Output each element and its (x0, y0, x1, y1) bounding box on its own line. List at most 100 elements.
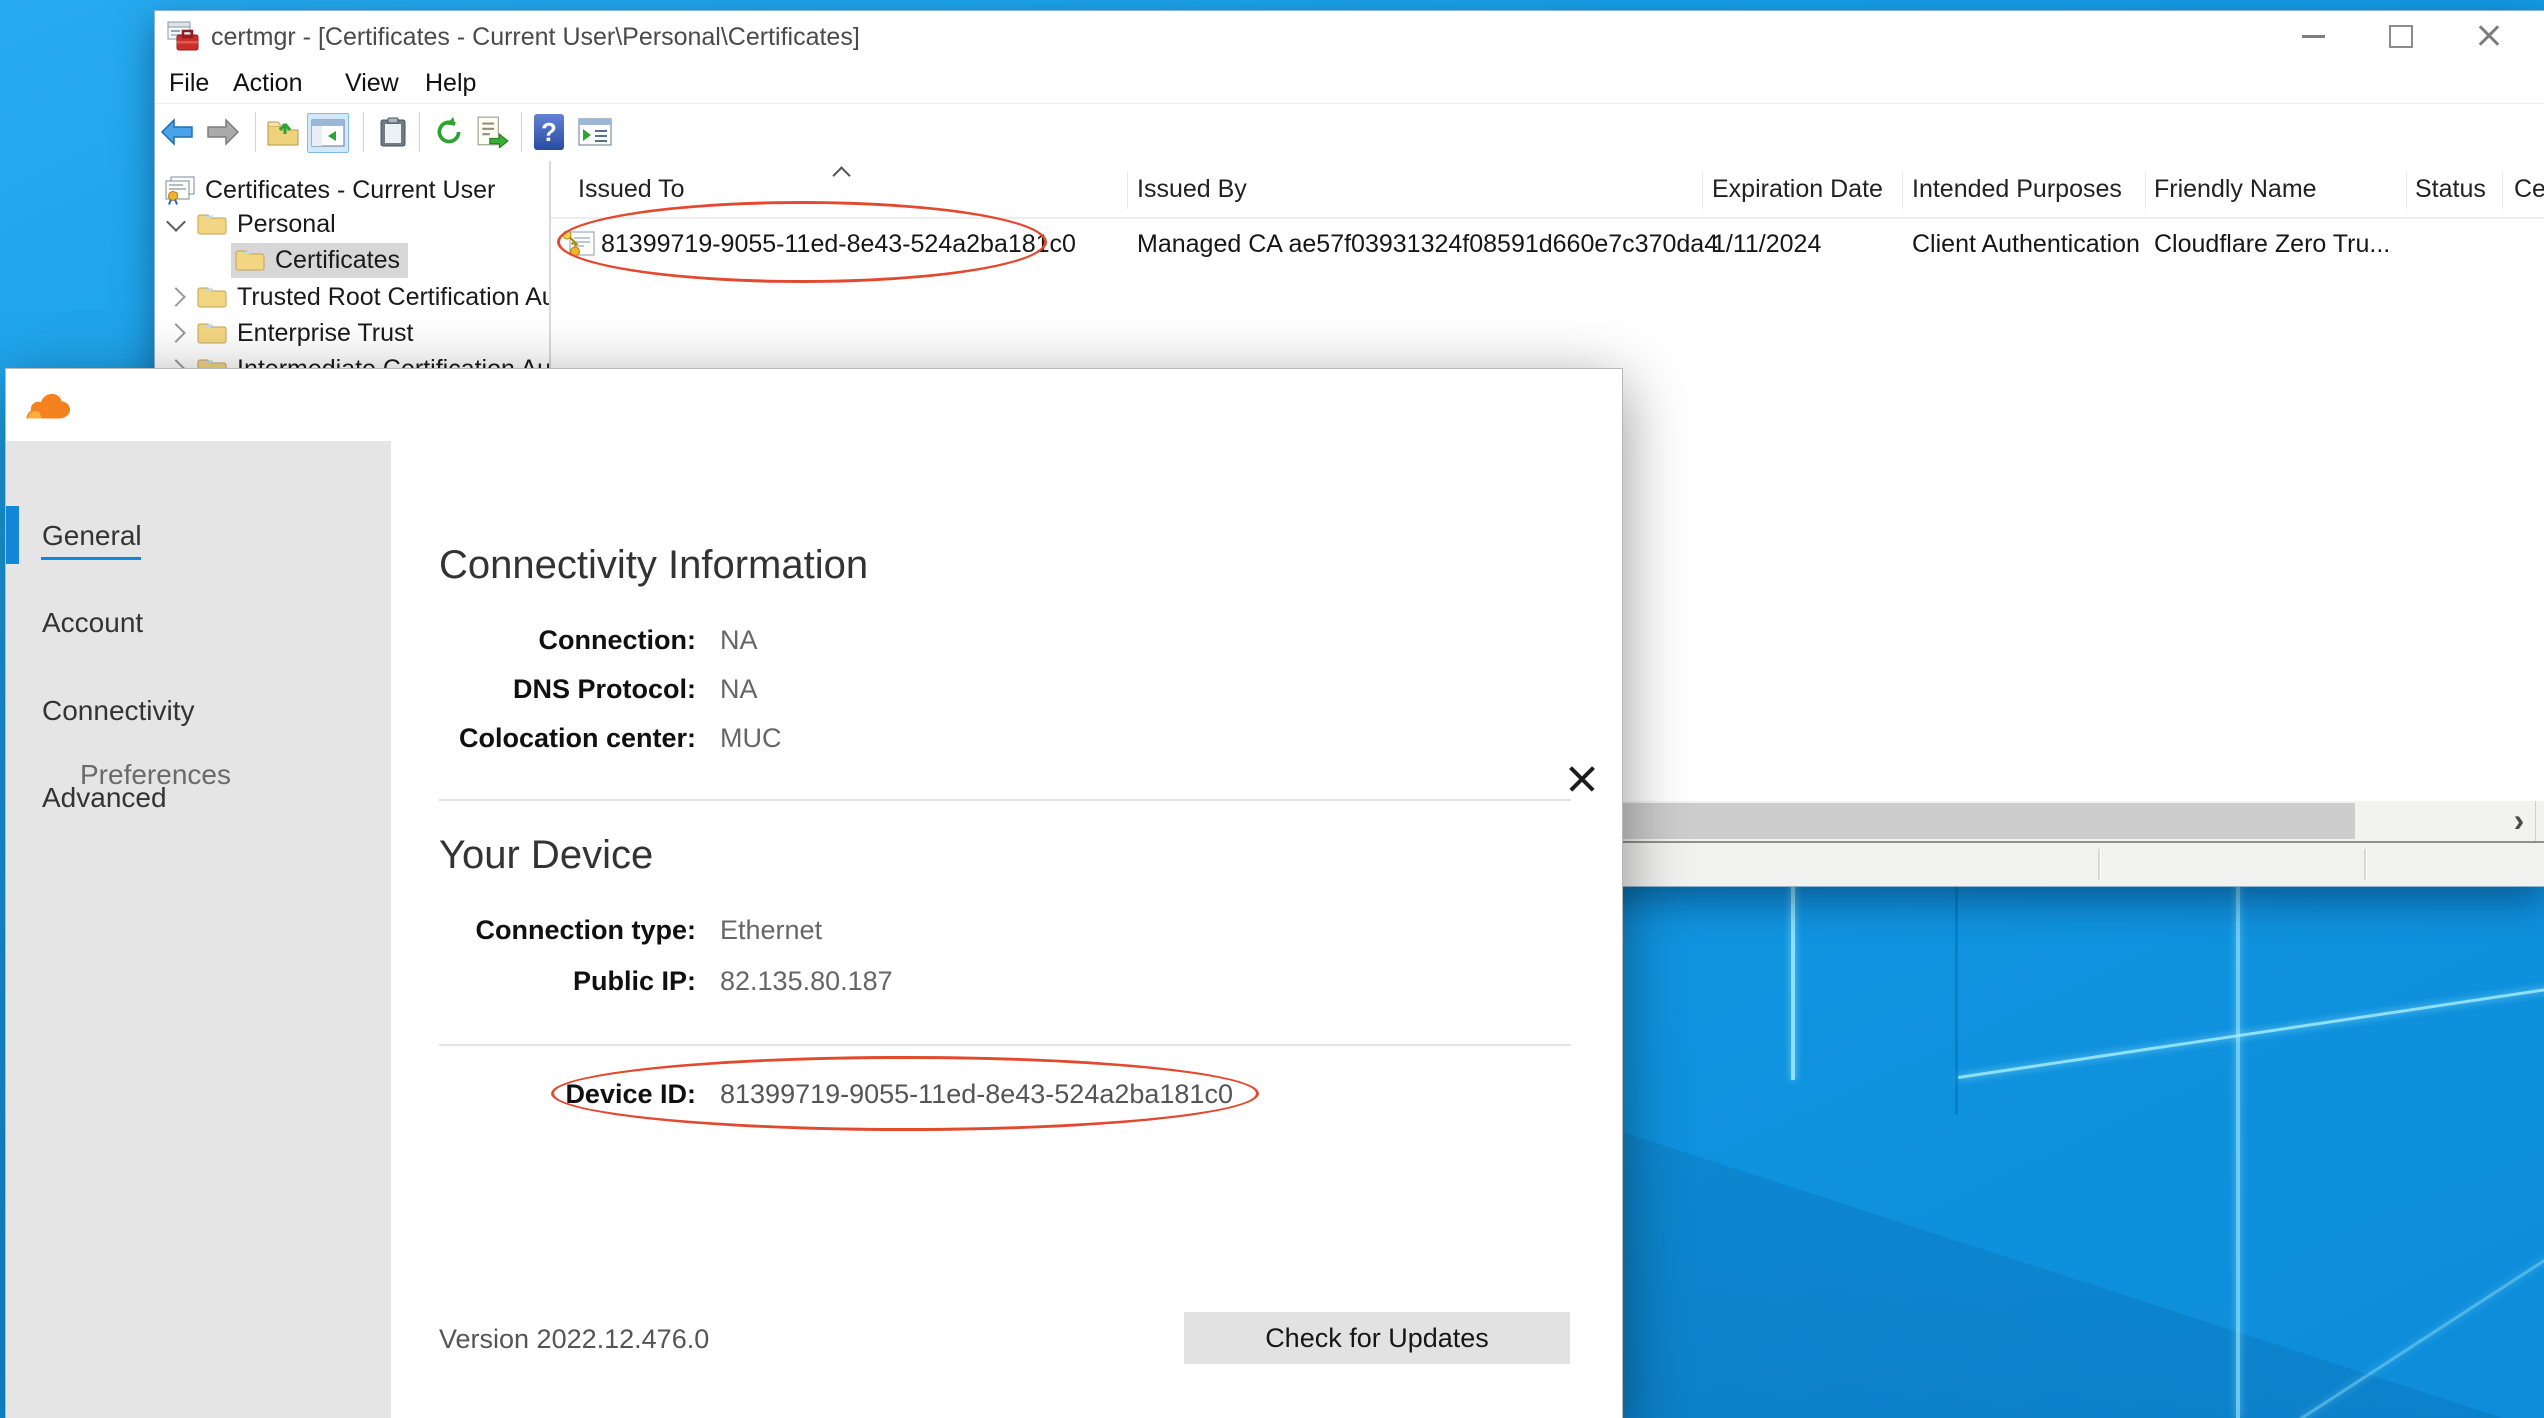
row-label: Connection type: (476, 910, 697, 950)
status-pane-divider (2364, 849, 2367, 880)
info-row-connection-type: Connection type: Ethernet (6, 910, 1622, 950)
toolbar-separator (521, 112, 522, 152)
close-icon (2476, 23, 2502, 49)
section-heading-your-device: Your Device (439, 833, 653, 878)
tree-node-personal[interactable]: Personal (167, 206, 336, 242)
cell-purposes: Client Authentication (1912, 219, 2140, 269)
info-row-public-ip: Public IP: 82.135.80.187 (6, 961, 1622, 1001)
folder-icon (197, 211, 227, 237)
wallpaper-light-beam (1791, 878, 1795, 1080)
console-window-button[interactable] (575, 113, 615, 151)
folder-icon (235, 247, 265, 273)
back-arrow-icon (159, 117, 195, 147)
red-highlight-ellipse (557, 201, 1047, 283)
maximize-button[interactable] (2369, 11, 2433, 61)
toolbar: ? (155, 104, 2544, 163)
toolbar-separator (419, 112, 420, 152)
close-button[interactable] (2457, 11, 2521, 61)
section-heading-connectivity: Connectivity Information (439, 543, 868, 588)
tree-node-label: Enterprise Trust (237, 319, 413, 348)
desktop: certmgr - [Certificates - Current User\P… (0, 0, 2544, 1418)
column-divider[interactable] (2145, 171, 2146, 209)
row-value: Ethernet (720, 910, 822, 950)
column-divider[interactable] (2406, 171, 2407, 209)
chevron-right-icon (166, 287, 186, 307)
section-divider (439, 1044, 1571, 1046)
menu-item-file[interactable]: File (169, 63, 209, 103)
scrollbar-edge (2535, 801, 2536, 841)
up-one-level-button[interactable] (263, 113, 303, 151)
row-label: DNS Protocol: (513, 669, 696, 709)
info-row-colocation: Colocation center: MUC (6, 718, 1622, 758)
section-divider (439, 799, 1571, 801)
tree-node-trusted-root[interactable]: Trusted Root Certification Au (167, 279, 551, 315)
help-button[interactable]: ? (529, 113, 569, 151)
info-row-connection: Connection: NA (6, 620, 1622, 660)
sidebar-item-general[interactable]: General (42, 516, 142, 556)
column-header-issued-by[interactable]: Issued By (1137, 161, 1247, 217)
certmgr-app-icon (167, 21, 199, 53)
properties-button[interactable] (373, 113, 413, 151)
column-header-purposes[interactable]: Intended Purposes (1912, 161, 2122, 217)
row-value: NA (720, 620, 758, 660)
column-header-friendly[interactable]: Friendly Name (2154, 161, 2317, 217)
export-list-button[interactable] (473, 113, 513, 151)
check-for-updates-button[interactable]: Check for Updates (1184, 1312, 1570, 1364)
warp-preferences-dialog: Preferences General Account Connectivity… (5, 368, 1623, 1418)
window-title: certmgr - [Certificates - Current User\P… (211, 11, 860, 63)
back-button[interactable] (157, 113, 197, 151)
cloudflare-logo-icon (26, 393, 70, 421)
console-tree-icon (311, 119, 345, 147)
column-divider[interactable] (2502, 171, 2503, 209)
selected-tab-underline (41, 557, 141, 560)
column-divider[interactable] (1702, 171, 1703, 209)
wallpaper-dark-line (1955, 878, 1958, 1115)
chevron-down-icon (166, 212, 186, 232)
clipboard-icon (380, 116, 406, 148)
tree-node-label: Personal (237, 210, 336, 239)
column-divider[interactable] (1127, 171, 1128, 209)
selected-tab-accent (6, 506, 19, 564)
row-value: MUC (720, 718, 782, 758)
chevron-right-icon (166, 323, 186, 343)
tree-node-certificates[interactable]: Certificates (231, 242, 408, 278)
minimize-icon (2302, 35, 2325, 38)
tree-node-label: Certificates (275, 246, 400, 275)
row-label: Public IP: (573, 961, 696, 1001)
refresh-button[interactable] (429, 113, 469, 151)
menu-item-action[interactable]: Action (233, 63, 302, 103)
row-label: Connection: (539, 620, 696, 660)
selected-tree-node: Certificates (231, 243, 408, 278)
column-divider[interactable] (1902, 171, 1903, 209)
column-header-expiration[interactable]: Expiration Date (1712, 161, 1883, 217)
minimize-button[interactable] (2281, 11, 2345, 61)
show-console-tree-button[interactable] (307, 113, 349, 153)
folder-icon (197, 284, 227, 310)
row-value: 82.135.80.187 (720, 961, 893, 1001)
column-header-status[interactable]: Status (2415, 161, 2486, 217)
wallpaper-diagonal-beam (1958, 981, 2544, 1079)
column-header-certificate-clipped[interactable]: Ce (2514, 161, 2544, 217)
row-label: Colocation center: (459, 718, 696, 758)
refresh-icon (433, 116, 465, 148)
toolbar-separator (255, 112, 256, 152)
dialog-close-button[interactable] (1566, 761, 1602, 797)
tree-node-root[interactable]: Certificates - Current User (163, 172, 495, 208)
wallpaper-light-beam (2236, 856, 2240, 1418)
row-value: NA (720, 669, 758, 709)
dialog-title: Preferences (80, 759, 231, 791)
forward-button[interactable] (203, 113, 243, 151)
tree-node-label: Trusted Root Certification Au (237, 283, 551, 312)
maximize-icon (2389, 25, 2413, 48)
certificates-store-icon (163, 175, 197, 205)
menu-item-view[interactable]: View (345, 63, 399, 103)
tree-node-label: Certificates - Current User (205, 176, 495, 205)
red-highlight-ellipse (551, 1056, 1259, 1131)
cell-expiration: 1/11/2024 (1712, 219, 1821, 269)
title-bar[interactable]: certmgr - [Certificates - Current User\P… (155, 11, 2544, 63)
cell-issued-by: Managed CA ae57f03931324f08591d660e7c370… (1137, 219, 1718, 269)
folder-icon (197, 320, 227, 346)
tree-node-enterprise-trust[interactable]: Enterprise Trust (167, 315, 413, 351)
status-pane-divider (2098, 849, 2101, 880)
menu-item-help[interactable]: Help (425, 63, 476, 103)
